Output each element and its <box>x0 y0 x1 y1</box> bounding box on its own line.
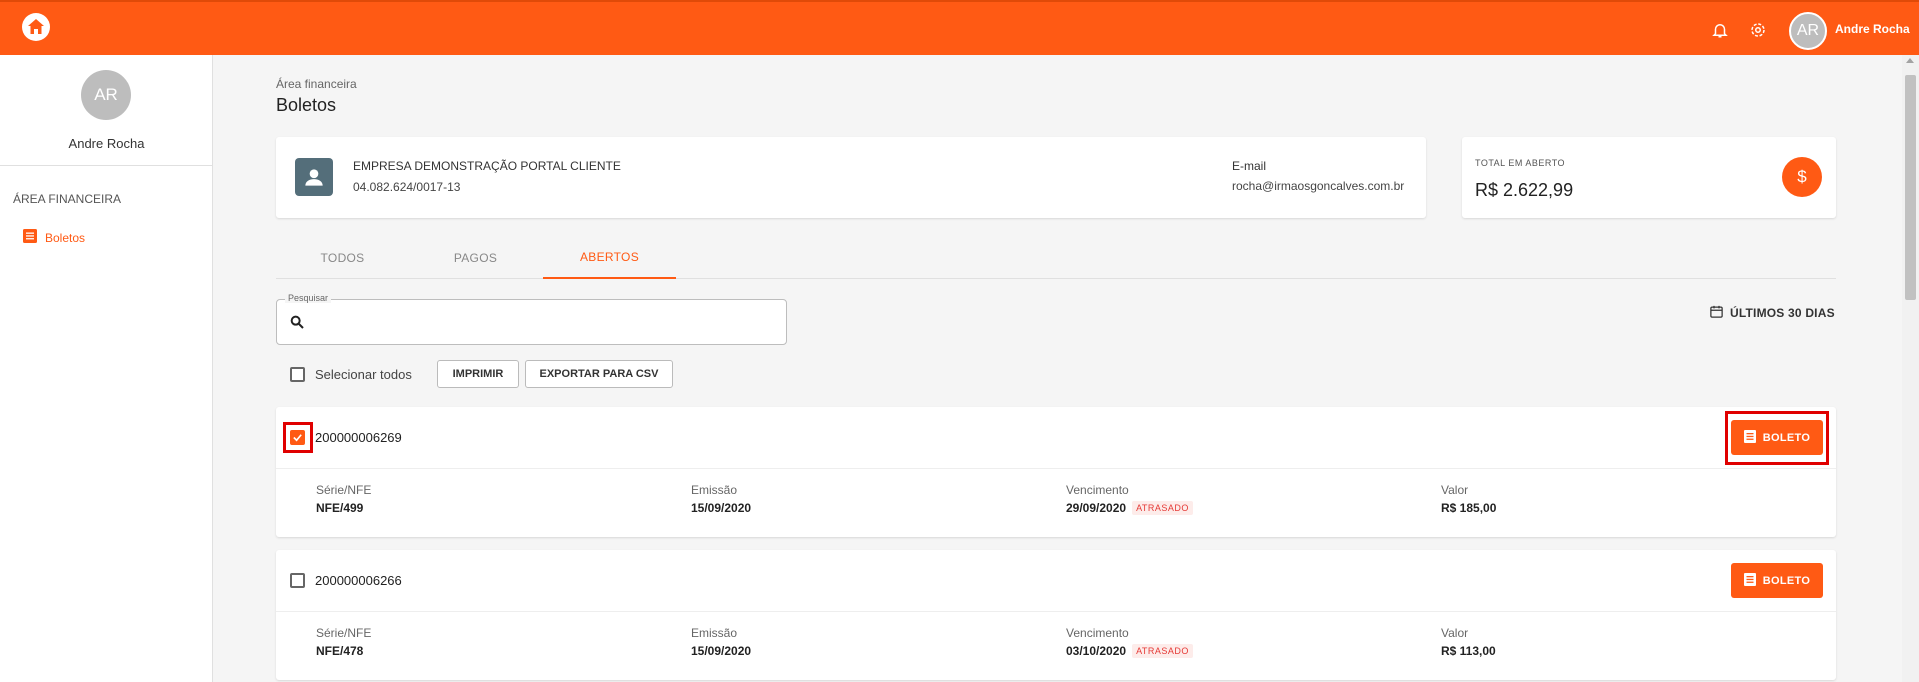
vencimento-value: 29/09/2020 ATRASADO <box>1066 501 1193 515</box>
boleto-checkbox[interactable] <box>290 573 305 588</box>
emissao-value: 15/09/2020 <box>691 644 752 658</box>
sidebar-divider <box>0 165 213 166</box>
dollar-icon: $ <box>1782 157 1822 197</box>
print-button[interactable]: IMPRIMIR <box>437 360 519 388</box>
checkbox[interactable] <box>290 367 305 382</box>
boleto-card: 200000006269 BOLETO Série/NFE NFE/499 Em… <box>276 407 1836 537</box>
account-box-icon <box>295 158 333 196</box>
boleto-button[interactable]: BOLETO <box>1731 563 1823 598</box>
tab-bar: TODOS PAGOS ABERTOS <box>276 237 1836 279</box>
breadcrumb: Área financeira <box>276 77 357 91</box>
boleto-button-label: BOLETO <box>1762 431 1811 444</box>
vencimento-label: Vencimento <box>1066 626 1129 640</box>
select-all-checkbox[interactable]: Selecionar todos <box>290 367 412 382</box>
vencimento-value: 03/10/2020 ATRASADO <box>1066 644 1193 658</box>
sidebar-avatar: AR <box>81 70 131 120</box>
gear-icon[interactable] <box>1747 19 1769 41</box>
vencimento-field: Vencimento 29/09/2020 ATRASADO <box>1066 483 1193 515</box>
search-label: Pesquisar <box>285 293 332 303</box>
date-filter-label: ÚLTIMOS 30 DIAS <box>1730 306 1835 320</box>
valor-label: Valor <box>1441 626 1469 640</box>
vencimento-label: Vencimento <box>1066 483 1129 497</box>
boleto-card: 200000006266 BOLETO Série/NFE NFE/478 Em… <box>276 550 1836 680</box>
email-value: rocha@irmaosgoncalves.com.br <box>1232 179 1405 193</box>
boleto-card-header: 200000006266 BOLETO <box>276 550 1836 612</box>
boleto-checkbox[interactable] <box>290 430 305 445</box>
scroll-up-icon[interactable] <box>1906 58 1914 63</box>
valor-value: R$ 185,00 <box>1441 501 1497 515</box>
vertical-scrollbar[interactable] <box>1902 55 1919 682</box>
sidebar-item-boletos[interactable]: Boletos <box>23 229 85 246</box>
receipt-icon <box>1743 572 1756 589</box>
list-icon <box>23 229 37 246</box>
sidebar-section-title: ÁREA FINANCEIRA <box>13 192 122 206</box>
date-filter-button[interactable]: ÚLTIMOS 30 DIAS <box>1709 304 1835 322</box>
calendar-icon <box>1709 304 1724 322</box>
company-card: EMPRESA DEMONSTRAÇÃO PORTAL CLIENTE 04.0… <box>276 137 1426 218</box>
search-field: Pesquisar <box>276 293 787 345</box>
top-app-bar: AR Andre Rocha <box>0 0 1919 55</box>
tab-abertos[interactable]: ABERTOS <box>543 237 676 279</box>
vencimento-field: Vencimento 03/10/2020 ATRASADO <box>1066 626 1193 658</box>
scrollbar-thumb[interactable] <box>1905 75 1916 300</box>
total-open-card: TOTAL EM ABERTO R$ 2.622,99 $ <box>1462 137 1836 218</box>
tab-todos[interactable]: TODOS <box>276 237 409 279</box>
sidebar-user-name: Andre Rocha <box>68 136 145 151</box>
search-icon <box>289 314 305 335</box>
total-label: TOTAL EM ABERTO <box>1475 158 1566 168</box>
serie-field: Série/NFE NFE/499 <box>316 483 371 515</box>
boleto-card-header: 200000006269 BOLETO <box>276 407 1836 469</box>
email-label: E-mail <box>1232 159 1267 173</box>
valor-field: Valor R$ 113,00 <box>1441 626 1496 658</box>
receipt-icon <box>1743 429 1756 446</box>
status-badge: ATRASADO <box>1132 501 1193 515</box>
valor-value: R$ 113,00 <box>1441 644 1496 658</box>
total-value: R$ 2.622,99 <box>1475 180 1574 200</box>
boleto-number: 200000006269 <box>315 430 402 445</box>
bell-icon[interactable] <box>1709 19 1731 41</box>
user-avatar[interactable]: AR <box>1789 12 1827 50</box>
valor-field: Valor R$ 185,00 <box>1441 483 1496 515</box>
emissao-value: 15/09/2020 <box>691 501 752 515</box>
sidebar: AR Andre Rocha ÁREA FINANCEIRA Boletos <box>0 55 213 682</box>
company-cnpj: 04.082.624/0017-13 <box>353 180 461 194</box>
boleto-button-label: BOLETO <box>1762 574 1811 587</box>
home-logo-icon[interactable] <box>22 13 50 41</box>
export-csv-button[interactable]: EXPORTAR PARA CSV <box>525 360 673 388</box>
serie-label: Série/NFE <box>316 626 372 640</box>
status-badge: ATRASADO <box>1132 644 1193 658</box>
page-title: Boletos <box>276 95 337 115</box>
serie-field: Série/NFE NFE/478 <box>316 626 371 658</box>
valor-label: Valor <box>1441 483 1469 497</box>
serie-value: NFE/499 <box>316 501 364 515</box>
serie-value: NFE/478 <box>316 644 364 658</box>
emissao-field: Emissão 15/09/2020 <box>691 483 751 515</box>
search-input[interactable] <box>315 310 775 336</box>
boleto-number: 200000006266 <box>315 573 402 588</box>
vencimento-date: 29/09/2020 <box>1066 501 1127 515</box>
boleto-button[interactable]: BOLETO <box>1731 420 1823 455</box>
emissao-field: Emissão 15/09/2020 <box>691 626 751 658</box>
select-all-label: Selecionar todos <box>315 367 412 382</box>
vencimento-date: 03/10/2020 <box>1066 644 1127 658</box>
tab-pagos[interactable]: PAGOS <box>409 237 542 279</box>
company-name: EMPRESA DEMONSTRAÇÃO PORTAL CLIENTE <box>353 159 621 173</box>
user-name[interactable]: Andre Rocha <box>1835 22 1910 36</box>
serie-label: Série/NFE <box>316 483 372 497</box>
sidebar-item-label: Boletos <box>45 230 86 245</box>
emissao-label: Emissão <box>691 483 738 497</box>
emissao-label: Emissão <box>691 626 738 640</box>
